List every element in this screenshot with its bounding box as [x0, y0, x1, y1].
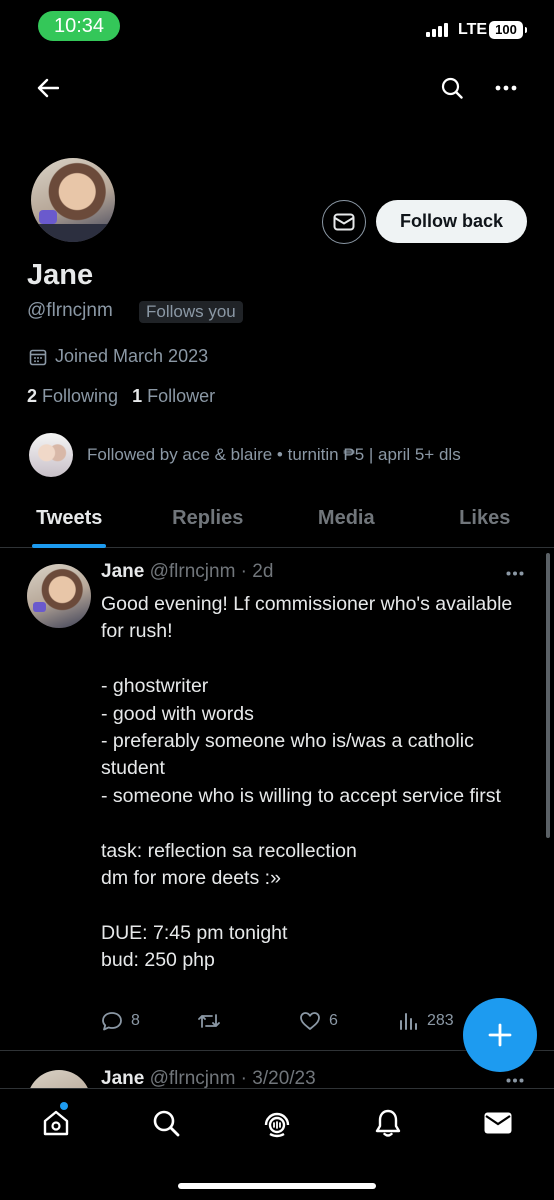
profile-display-name: Jane [27, 259, 94, 291]
bell-icon [375, 1109, 401, 1137]
search-icon [441, 77, 463, 99]
search-icon [153, 1110, 180, 1137]
signal-icon [426, 22, 448, 37]
bottom-tab-bar [0, 1088, 554, 1200]
status-time: 10:34 [38, 11, 120, 41]
tweet-more-button[interactable] [500, 563, 530, 583]
joined-text: Joined March 2023 [55, 346, 209, 366]
tab-home[interactable] [36, 1103, 76, 1143]
follower-label: Follower [147, 386, 216, 406]
home-indicator [178, 1183, 376, 1189]
compose-tweet-button[interactable] [463, 998, 537, 1072]
more-button[interactable] [488, 70, 524, 106]
follow-counts: 2 Following 1 Follower [27, 386, 215, 407]
tweet-meta: @flrncjnm · 3/20/23 [149, 1068, 316, 1088]
tab-likes[interactable]: Likes [416, 490, 554, 547]
plus-icon [488, 1023, 512, 1047]
tweet-avatar[interactable] [27, 1070, 91, 1088]
envelope-icon [333, 213, 355, 231]
follows-you-badge: Follows you [139, 301, 243, 323]
tab-tweets[interactable]: Tweets [0, 490, 139, 547]
arrow-left-icon [37, 78, 59, 98]
reply-icon [102, 1012, 122, 1031]
tab-media[interactable]: Media [277, 490, 416, 547]
following-count: 2 [27, 386, 38, 406]
home-icon [43, 1110, 69, 1136]
tweet-actions: 8 6 283 [101, 1011, 481, 1037]
followers-link[interactable]: 1 Follower [132, 386, 215, 407]
more-icon [506, 571, 524, 575]
tweet-meta: @flrncjnm · 2d [149, 561, 274, 582]
mutual-avatar [29, 433, 73, 477]
tweet[interactable]: Jane @flrncjnm · 2d Good evening! Lf com… [0, 549, 554, 1051]
search-button[interactable] [434, 70, 470, 106]
like-button[interactable]: 6 [299, 1011, 338, 1031]
tweet-avatar[interactable] [27, 564, 91, 628]
tab-explore[interactable] [146, 1103, 186, 1143]
status-bar: 10:34 LTE 100 [0, 0, 554, 56]
tweet-header: Jane @flrncjnm · 3/20/23 [101, 1068, 316, 1088]
profile-avatar[interactable] [28, 155, 118, 245]
network-label: LTE [458, 21, 488, 38]
views-button[interactable]: 283 [399, 1011, 454, 1031]
views-count: 283 [427, 1012, 454, 1029]
heart-icon [300, 1012, 320, 1030]
back-button[interactable] [30, 70, 66, 106]
envelope-icon [484, 1112, 512, 1134]
tab-messages[interactable] [478, 1103, 518, 1143]
reply-count: 8 [131, 1012, 140, 1029]
following-link[interactable]: 2 Following [27, 386, 118, 407]
joined-date: Joined March 2023 [29, 346, 208, 367]
profile-handle: @flrncjnm [27, 300, 113, 321]
followed-by-text: Followed by ace & blaire • turnitin ₱5 |… [87, 445, 461, 464]
calendar-icon [29, 349, 47, 365]
tab-spaces[interactable] [257, 1103, 297, 1143]
views-icon [400, 1013, 417, 1030]
battery-icon: 100 [489, 21, 527, 39]
tweet-text: Good evening! Lf commissioner who's avai… [101, 593, 513, 972]
tweet-author-name: Jane [101, 1068, 145, 1088]
followed-by-row[interactable]: Followed by ace & blaire • turnitin ₱5 |… [29, 433, 461, 477]
retweet-icon [198, 1014, 220, 1028]
like-count: 6 [329, 1012, 338, 1029]
reply-button[interactable]: 8 [101, 1011, 140, 1031]
home-notification-dot [60, 1102, 68, 1110]
follower-count: 1 [132, 386, 143, 406]
retweet-button[interactable] [197, 1011, 229, 1031]
message-button[interactable] [322, 200, 366, 244]
scrollbar[interactable] [546, 553, 550, 838]
tab-replies[interactable]: Replies [139, 490, 278, 547]
following-label: Following [42, 386, 119, 406]
tweet-header: Jane @flrncjnm · 2d [101, 561, 273, 583]
tab-notifications[interactable] [368, 1103, 408, 1143]
more-icon [495, 85, 517, 91]
more-icon [506, 1078, 524, 1082]
tweet-author-name: Jane [101, 561, 145, 582]
follow-back-button[interactable]: Follow back [376, 200, 527, 243]
tweet-more-button[interactable] [500, 1070, 530, 1088]
spaces-icon [264, 1112, 290, 1138]
profile-tabs: Tweets Replies Media Likes [0, 490, 554, 548]
